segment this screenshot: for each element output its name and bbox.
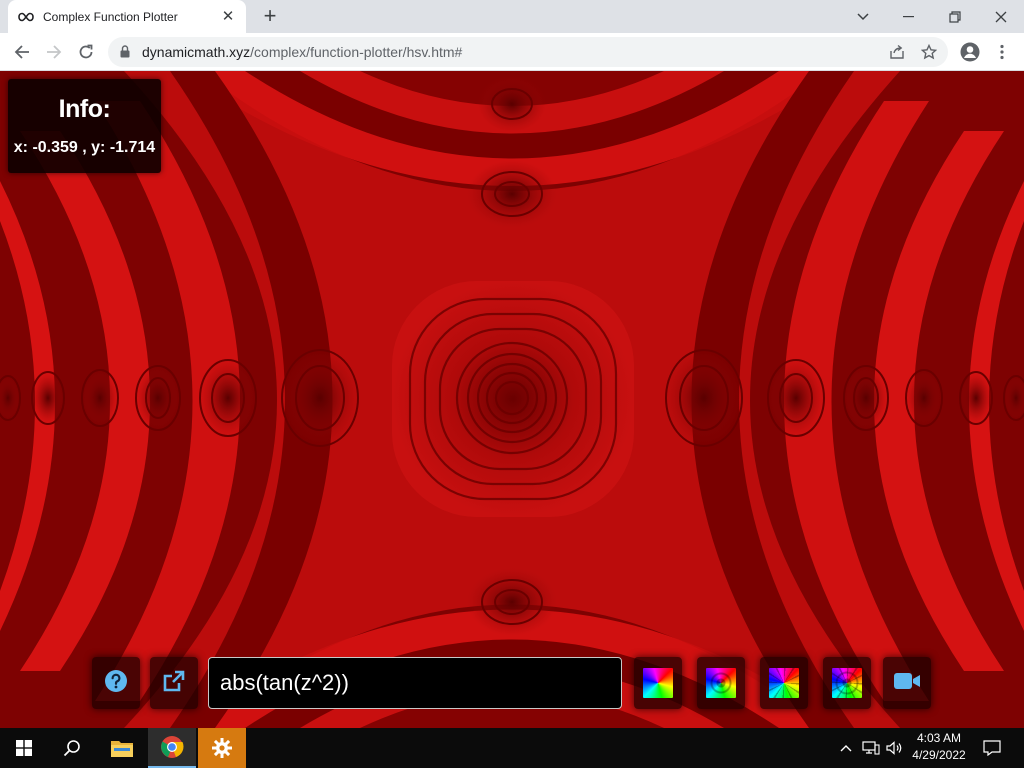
url-domain: dynamicmath.xyz — [142, 44, 251, 60]
network-icon[interactable] — [860, 728, 882, 768]
settings-gear-icon[interactable] — [198, 728, 246, 768]
chevron-up-icon[interactable] — [836, 728, 856, 768]
notification-icon[interactable] — [978, 728, 1006, 768]
browser-toolbar: dynamicmath.xyz/complex/function-plotter… — [0, 33, 1024, 71]
colorwheel-1-icon — [643, 668, 673, 698]
colormode-2-button[interactable] — [697, 657, 745, 709]
clock-date: 4/29/2022 — [912, 748, 966, 762]
external-link-icon — [161, 668, 187, 699]
back-arrow-icon[interactable] — [8, 38, 36, 66]
lock-icon — [120, 45, 130, 63]
url-text: dynamicmath.xyz/complex/function-plotter… — [142, 44, 462, 60]
colormode-3-button[interactable] — [760, 657, 808, 709]
reload-icon[interactable] — [72, 38, 100, 66]
windows-start-icon[interactable] — [0, 728, 48, 768]
browser-tabstrip: Complex Function Plotter ✕ + — [0, 0, 1024, 33]
profile-avatar-icon[interactable] — [956, 38, 984, 66]
video-camera-icon — [893, 671, 921, 696]
chrome-icon[interactable] — [148, 728, 196, 768]
url-path: /complex/function-plotter/hsv.htm# — [250, 44, 463, 60]
colorwheel-4-icon — [832, 668, 862, 698]
address-bar[interactable]: dynamicmath.xyz/complex/function-plotter… — [108, 37, 948, 67]
infinity-icon — [18, 9, 34, 25]
info-panel: Info: x: -0.359 , y: -1.714 — [8, 79, 161, 173]
windows-taskbar: 4:03 AM 4/29/2022 — [0, 728, 1024, 768]
plotter-page: Info: x: -0.359 , y: -1.714 — [0, 71, 1024, 728]
kebab-menu-icon[interactable] — [988, 38, 1016, 66]
tab-title: Complex Function Plotter — [43, 9, 178, 24]
question-circle-icon — [104, 669, 128, 698]
tab-search-icon[interactable] — [840, 0, 886, 33]
record-video-button[interactable] — [883, 657, 931, 709]
function-input[interactable] — [208, 657, 622, 709]
open-external-button[interactable] — [150, 657, 198, 709]
search-icon[interactable] — [48, 728, 96, 768]
colormode-4-button[interactable] — [823, 657, 871, 709]
file-explorer-icon[interactable] — [98, 728, 146, 768]
colorwheel-3-icon — [769, 668, 799, 698]
forward-arrow-icon[interactable] — [40, 38, 68, 66]
info-title: Info: — [58, 95, 111, 123]
minimize-icon[interactable] — [886, 0, 932, 33]
close-window-icon[interactable] — [978, 0, 1024, 33]
volume-icon[interactable] — [884, 728, 906, 768]
browser-tab[interactable]: Complex Function Plotter ✕ — [8, 0, 246, 33]
share-icon[interactable] — [888, 43, 906, 61]
tab-close-icon[interactable]: ✕ — [220, 8, 236, 25]
taskbar-clock[interactable]: 4:03 AM 4/29/2022 — [906, 730, 972, 764]
clock-time: 4:03 AM — [916, 731, 962, 745]
new-tab-button[interactable]: + — [258, 5, 282, 29]
cursor-coordinates: x: -0.359 , y: -1.714 — [13, 139, 156, 156]
colormode-1-button[interactable] — [634, 657, 682, 709]
help-button[interactable] — [92, 657, 140, 709]
colorwheel-2-icon — [706, 668, 736, 698]
restore-icon[interactable] — [932, 0, 978, 33]
bookmark-star-icon[interactable] — [920, 43, 938, 61]
